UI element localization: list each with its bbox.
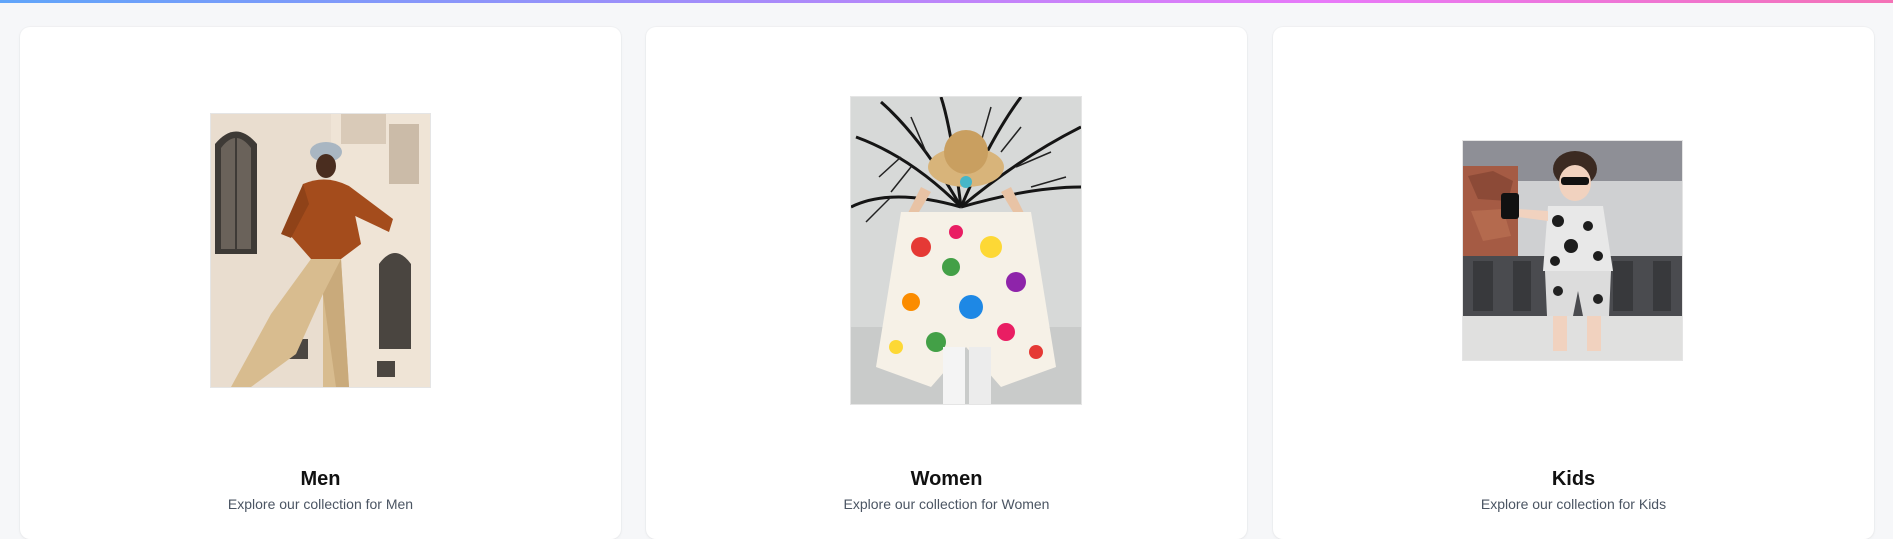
category-grid: Men Explore our collection for Men Women…: [20, 27, 1893, 539]
card-title: Kids: [1551, 468, 1596, 490]
category-card-kids[interactable]: Kids Explore our collection for Kids: [1273, 27, 1874, 539]
card-subtitle: Explore our collection for Men: [227, 496, 414, 512]
kids-category-image[interactable]: [1462, 140, 1683, 361]
men-category-image[interactable]: [210, 113, 431, 388]
card-title: Women: [910, 468, 983, 490]
category-card-men[interactable]: Men Explore our collection for Men: [20, 27, 621, 539]
top-accent-bar: [0, 0, 1893, 3]
category-card-women[interactable]: Women Explore our collection for Women: [646, 27, 1247, 539]
card-subtitle: Explore our collection for Women: [843, 496, 1050, 512]
card-subtitle: Explore our collection for Kids: [1480, 496, 1667, 512]
women-category-image[interactable]: [850, 96, 1082, 405]
card-title: Men: [300, 468, 341, 490]
